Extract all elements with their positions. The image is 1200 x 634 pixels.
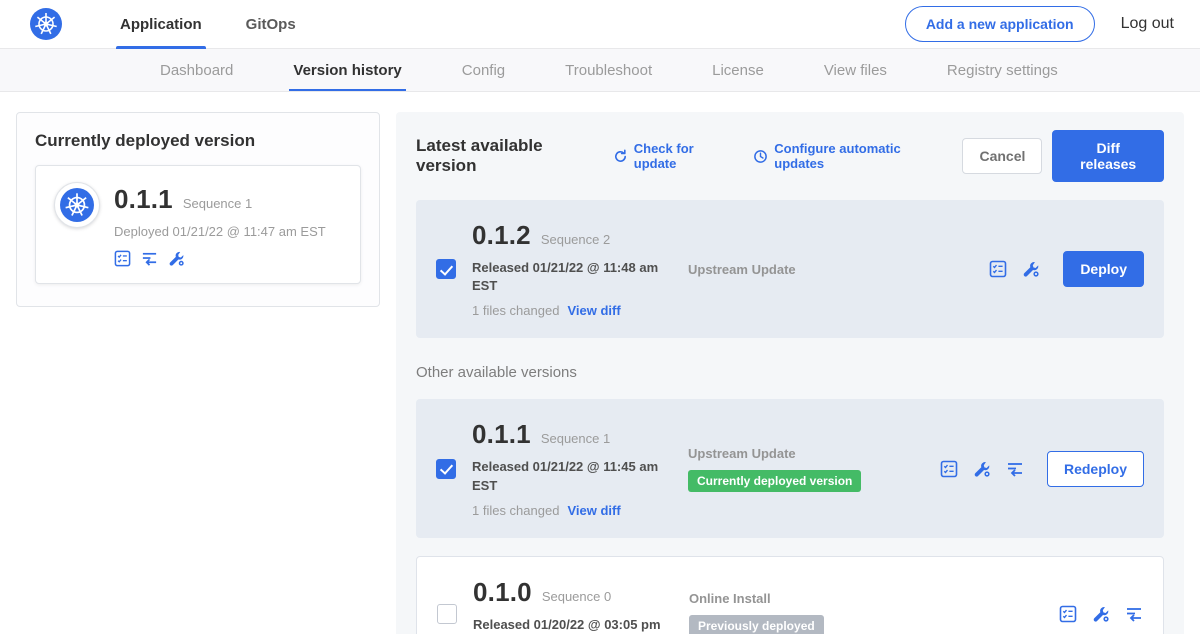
subnav-registry-settings[interactable]: Registry settings xyxy=(917,49,1088,91)
subnav-dashboard[interactable]: Dashboard xyxy=(130,49,263,91)
diff-icon[interactable] xyxy=(141,250,158,267)
view-diff-link[interactable]: View diff xyxy=(567,503,620,518)
deployed-version-sequence: Sequence 1 xyxy=(183,196,252,211)
version-source: Upstream Update xyxy=(688,446,940,461)
kubernetes-logo-icon xyxy=(30,8,62,40)
edit-config-icon[interactable] xyxy=(168,250,185,267)
subnav-version-history[interactable]: Version history xyxy=(263,49,431,91)
version-checkbox[interactable] xyxy=(436,259,456,279)
edit-config-icon[interactable] xyxy=(1092,605,1110,623)
refresh-icon xyxy=(613,149,628,164)
version-released: Released 01/21/22 @ 11:48 am EST xyxy=(472,259,672,295)
release-notes-icon[interactable] xyxy=(940,460,958,478)
latest-version-title: Latest available version xyxy=(416,136,595,176)
currently-deployed-badge: Currently deployed version xyxy=(688,470,861,492)
topnav-tabs: Application GitOps xyxy=(98,0,318,48)
tab-application[interactable]: Application xyxy=(98,0,224,49)
version-source: Upstream Update xyxy=(688,262,940,277)
check-for-update-label: Check for update xyxy=(634,141,732,171)
schedule-icon xyxy=(753,149,768,164)
files-changed-label: 1 files changed xyxy=(472,503,559,518)
configure-automatic-updates-label: Configure automatic updates xyxy=(774,141,940,171)
version-released: Released 01/21/22 @ 11:45 am EST xyxy=(472,458,672,494)
version-row-0-1-1: 0.1.1 Sequence 1 Released 01/21/22 @ 11:… xyxy=(416,399,1164,537)
version-checkbox[interactable] xyxy=(436,459,456,479)
version-number: 0.1.1 xyxy=(472,419,531,450)
diff-icon[interactable] xyxy=(1125,605,1143,623)
deployed-version-number: 0.1.1 xyxy=(114,184,173,215)
files-changed-label: 1 files changed xyxy=(472,303,559,318)
diff-releases-button[interactable]: Diff releases xyxy=(1052,130,1164,182)
version-checkbox[interactable] xyxy=(437,604,457,624)
release-notes-icon[interactable] xyxy=(989,260,1007,278)
check-for-update-link[interactable]: Check for update xyxy=(613,141,732,171)
other-versions-title: Other available versions xyxy=(416,364,1164,381)
main-content: Currently deployed version xyxy=(0,92,1200,634)
deploy-button[interactable]: Deploy xyxy=(1063,251,1144,287)
cancel-button[interactable]: Cancel xyxy=(962,138,1042,174)
edit-config-icon[interactable] xyxy=(973,460,991,478)
version-number: 0.1.0 xyxy=(473,577,532,608)
version-source: Online Install xyxy=(689,591,941,606)
logout-link[interactable]: Log out xyxy=(1121,15,1174,33)
view-diff-link[interactable]: View diff xyxy=(567,303,620,318)
diff-icon[interactable] xyxy=(1006,460,1024,478)
release-notes-icon[interactable] xyxy=(114,250,131,267)
version-number: 0.1.2 xyxy=(472,220,531,251)
top-nav: Application GitOps Add a new application… xyxy=(0,0,1200,49)
subnav-troubleshoot[interactable]: Troubleshoot xyxy=(535,49,682,91)
version-sequence: Sequence 1 xyxy=(541,431,610,446)
deployed-card-title: Currently deployed version xyxy=(35,131,361,151)
latest-version-header: Latest available version Check for updat… xyxy=(416,130,1164,182)
configure-automatic-updates-link[interactable]: Configure automatic updates xyxy=(753,141,940,171)
release-notes-icon[interactable] xyxy=(1059,605,1077,623)
version-row-0-1-2: 0.1.2 Sequence 2 Released 01/21/22 @ 11:… xyxy=(416,200,1164,338)
version-history-panel: Latest available version Check for updat… xyxy=(396,112,1184,634)
version-row-0-1-0: 0.1.0 Sequence 0 Released 01/20/22 @ 03:… xyxy=(416,556,1164,634)
deployed-version-card: 0.1.1 Sequence 1 Deployed 01/21/22 @ 11:… xyxy=(35,165,361,284)
version-released: Released 01/20/22 @ 03:05 pm EST xyxy=(473,616,673,634)
app-kubernetes-icon xyxy=(54,182,100,228)
previously-deployed-badge: Previously deployed xyxy=(689,615,824,634)
version-sequence: Sequence 2 xyxy=(541,232,610,247)
currently-deployed-card: Currently deployed version xyxy=(16,112,380,307)
subnav-view-files[interactable]: View files xyxy=(794,49,917,91)
redeploy-button[interactable]: Redeploy xyxy=(1047,451,1144,487)
app-subnav: Dashboard Version history Config Trouble… xyxy=(0,49,1200,92)
version-sequence: Sequence 0 xyxy=(542,589,611,604)
edit-config-icon[interactable] xyxy=(1022,260,1040,278)
add-new-application-button[interactable]: Add a new application xyxy=(905,6,1095,42)
subnav-license[interactable]: License xyxy=(682,49,794,91)
deployed-timestamp: Deployed 01/21/22 @ 11:47 am EST xyxy=(114,224,326,239)
topnav-right: Add a new application Log out xyxy=(905,6,1174,42)
tab-gitops[interactable]: GitOps xyxy=(224,0,318,49)
subnav-config[interactable]: Config xyxy=(432,49,535,91)
